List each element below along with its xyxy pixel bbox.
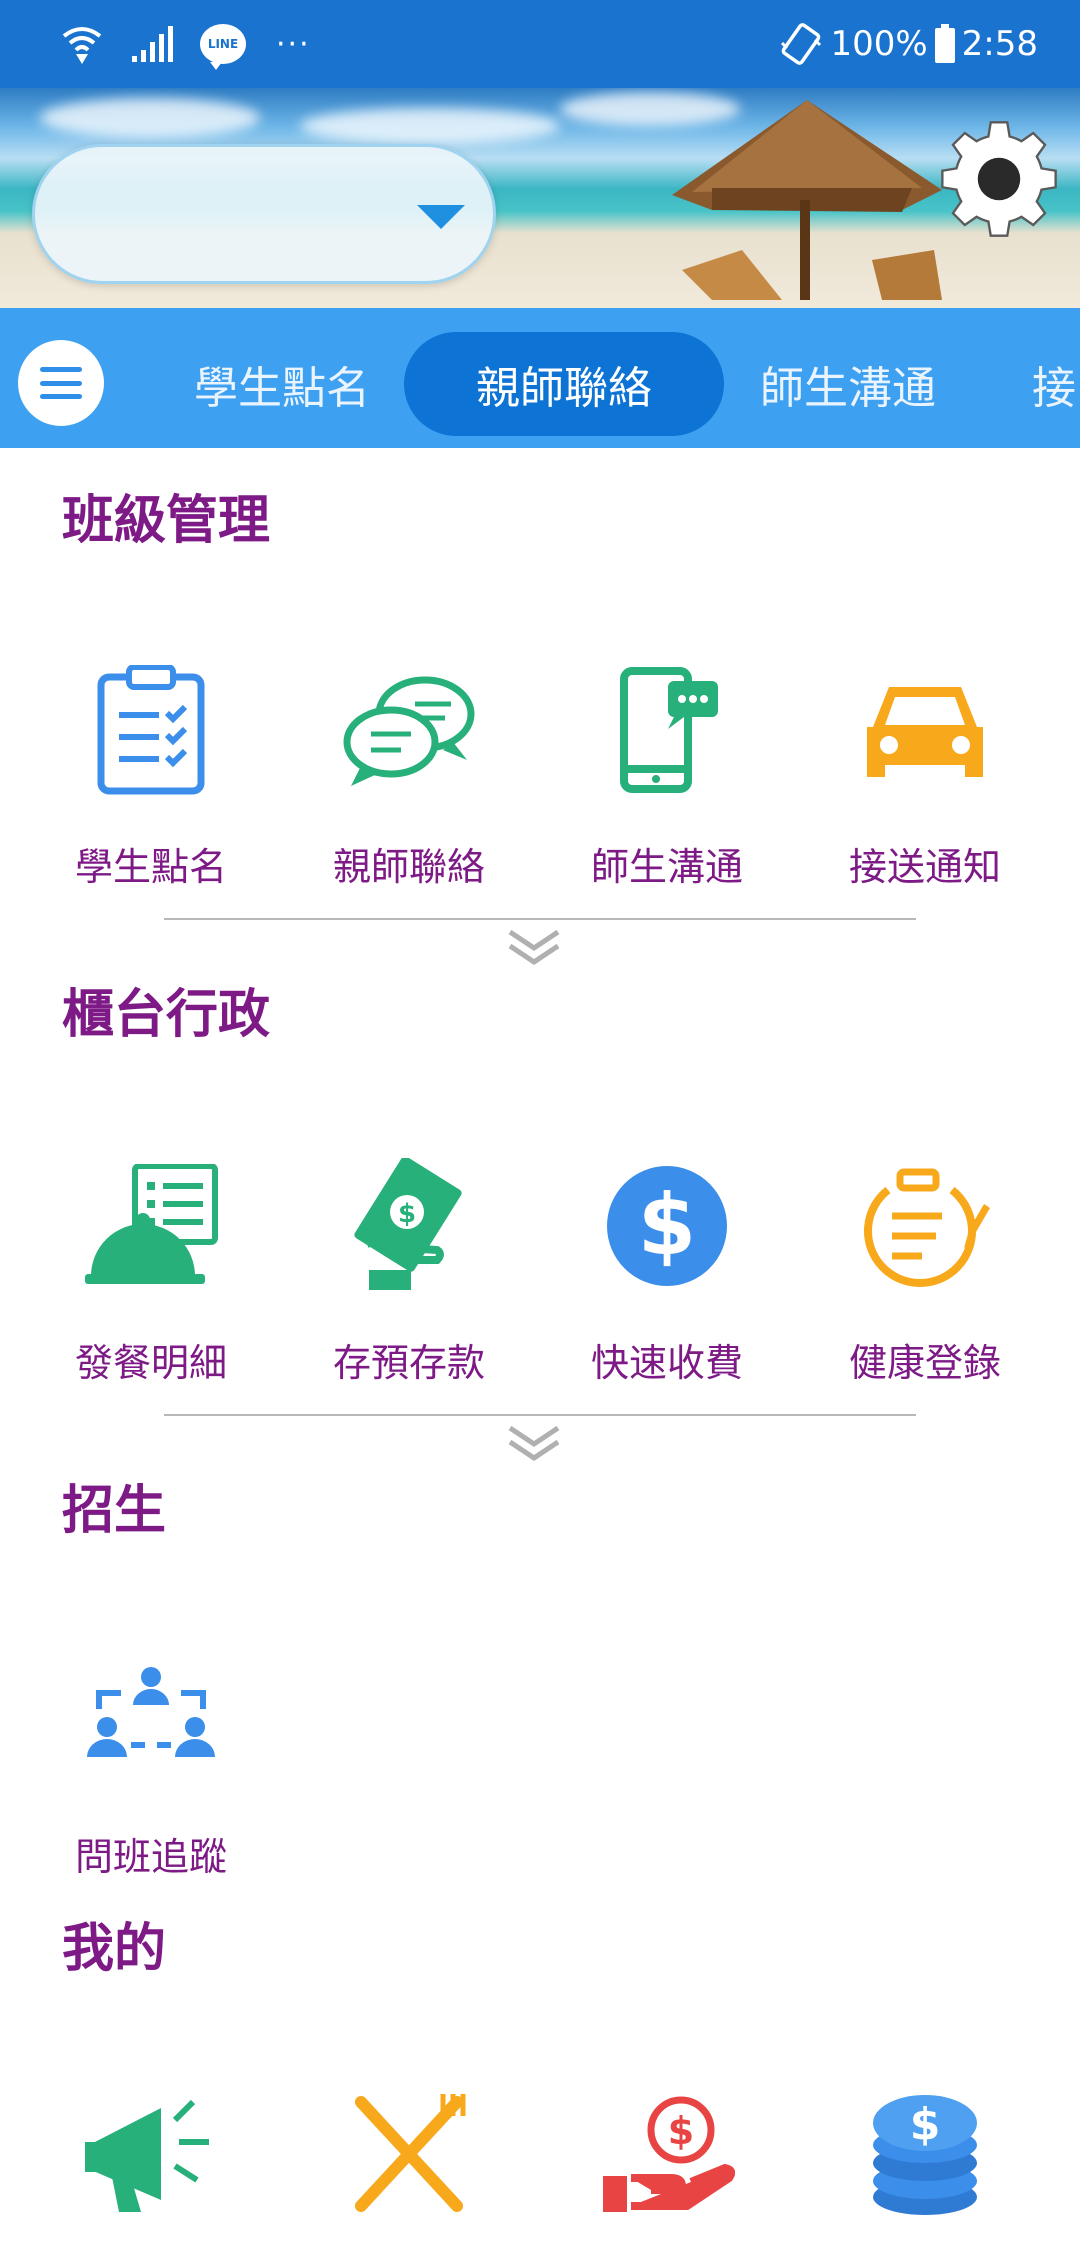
- class-select-dropdown[interactable]: [32, 144, 496, 284]
- phone-message-icon: [620, 667, 718, 793]
- section-title-enrollment: 招生: [62, 1481, 167, 1541]
- svg-text:$: $: [910, 2099, 941, 2150]
- grid-item-income[interactable]: $: [538, 2084, 796, 2246]
- grid-item-label: 健康登錄: [848, 1341, 1001, 1385]
- quick-tab-bar: 學生點名 親師聯絡 師生溝通 接: [0, 308, 1080, 448]
- section-divider: [164, 918, 916, 920]
- meal-cloche-icon: [85, 1164, 218, 1284]
- grid-item-meals[interactable]: [280, 2084, 538, 2246]
- tab-pickup-partial[interactable]: 接: [1032, 332, 1080, 436]
- grid-item-meal-details[interactable]: 發餐明細: [22, 1156, 280, 1387]
- grid-item-pickup-notice[interactable]: 接送通知: [796, 660, 1054, 891]
- fork-knife-icon: [355, 2094, 466, 2212]
- beach-umbrella-image: [672, 100, 942, 300]
- grid-item-health-registration[interactable]: 健康登錄: [796, 1156, 1054, 1387]
- grid-item-label: 親師聯絡: [332, 845, 485, 889]
- battery-percent: 100%: [830, 24, 928, 64]
- grid-item-student-roll-call[interactable]: 學生點名: [22, 660, 280, 891]
- signal-icon: [132, 26, 173, 62]
- status-bar: LINE ··· 100% 2:58: [0, 0, 1080, 88]
- grid-item-label: 發餐明細: [74, 1341, 227, 1385]
- svg-text:$: $: [398, 1199, 416, 1229]
- clipboard-check-icon: [97, 665, 205, 795]
- car-icon: [867, 687, 983, 777]
- grid-item-parent-teacher-contact[interactable]: 親師聯絡: [280, 660, 538, 891]
- wifi-icon: [62, 27, 102, 64]
- grid-item-announcement[interactable]: [22, 2084, 280, 2246]
- settings-gear-icon[interactable]: [940, 120, 1058, 238]
- grid-item-label: 師生溝通: [590, 845, 743, 889]
- chevron-down-icon: [417, 205, 465, 229]
- megaphone-icon: [85, 2099, 209, 2212]
- grid-item-label: 學生點名: [74, 845, 227, 889]
- vibrate-icon: [781, 23, 822, 65]
- grid-item-coins[interactable]: $: [796, 2084, 1054, 2246]
- grid-item-teacher-student-communication[interactable]: 師生溝通: [538, 660, 796, 891]
- more-notifications: ···: [276, 26, 311, 62]
- line-app-icon: LINE: [200, 24, 246, 70]
- tab-parent-teacher-contact[interactable]: 親師聯絡: [404, 332, 724, 436]
- header-banner: [0, 88, 1080, 308]
- status-bar-left: LINE ···: [60, 18, 311, 70]
- double-chevron-down-icon[interactable]: [506, 926, 562, 970]
- menu-button[interactable]: [18, 340, 104, 426]
- grid-item-label: 快速收費: [590, 1341, 743, 1385]
- tab-teacher-student-communication[interactable]: 師生溝通: [738, 332, 958, 436]
- double-chevron-down-icon[interactable]: [506, 1422, 562, 1466]
- clipboard-pencil-icon: [864, 1168, 990, 1287]
- cash-hand-icon: $: [354, 1158, 462, 1290]
- svg-text:$: $: [668, 2109, 694, 2153]
- section-title-mine: 我的: [62, 1919, 167, 1979]
- chat-bubbles-icon: [343, 676, 475, 786]
- dollar-circle-icon: $: [607, 1166, 727, 1286]
- people-tracking-icon: [87, 1667, 215, 1757]
- grid-item-label: 接送通知: [848, 845, 1001, 889]
- section-title-front-desk-admin: 櫃台行政: [62, 985, 271, 1045]
- grid-item-label: 存預存款: [332, 1341, 485, 1385]
- clock: 2:58: [961, 24, 1038, 64]
- battery-icon: [934, 24, 955, 63]
- grid-item-prepaid-deposit[interactable]: $ 存預存款: [280, 1156, 538, 1387]
- grid-item-quick-payment[interactable]: $ 快速收費: [538, 1156, 796, 1387]
- tab-student-roll-call[interactable]: 學生點名: [172, 332, 392, 436]
- grid-item-label: 問班追蹤: [74, 1835, 227, 1879]
- hamburger-icon: [40, 367, 82, 399]
- coin-stack-icon: $: [873, 2095, 977, 2215]
- money-hand-icon: $: [603, 2096, 735, 2212]
- banner-cloud: [40, 98, 260, 138]
- section-title-class-management: 班級管理: [62, 491, 271, 551]
- svg-text:$: $: [638, 1176, 696, 1274]
- grid-item-inquiry-tracking[interactable]: 問班追蹤: [22, 1650, 280, 1881]
- section-divider: [164, 1414, 916, 1416]
- banner-cloud: [300, 108, 560, 144]
- status-bar-right: 100% 2:58: [778, 18, 1038, 70]
